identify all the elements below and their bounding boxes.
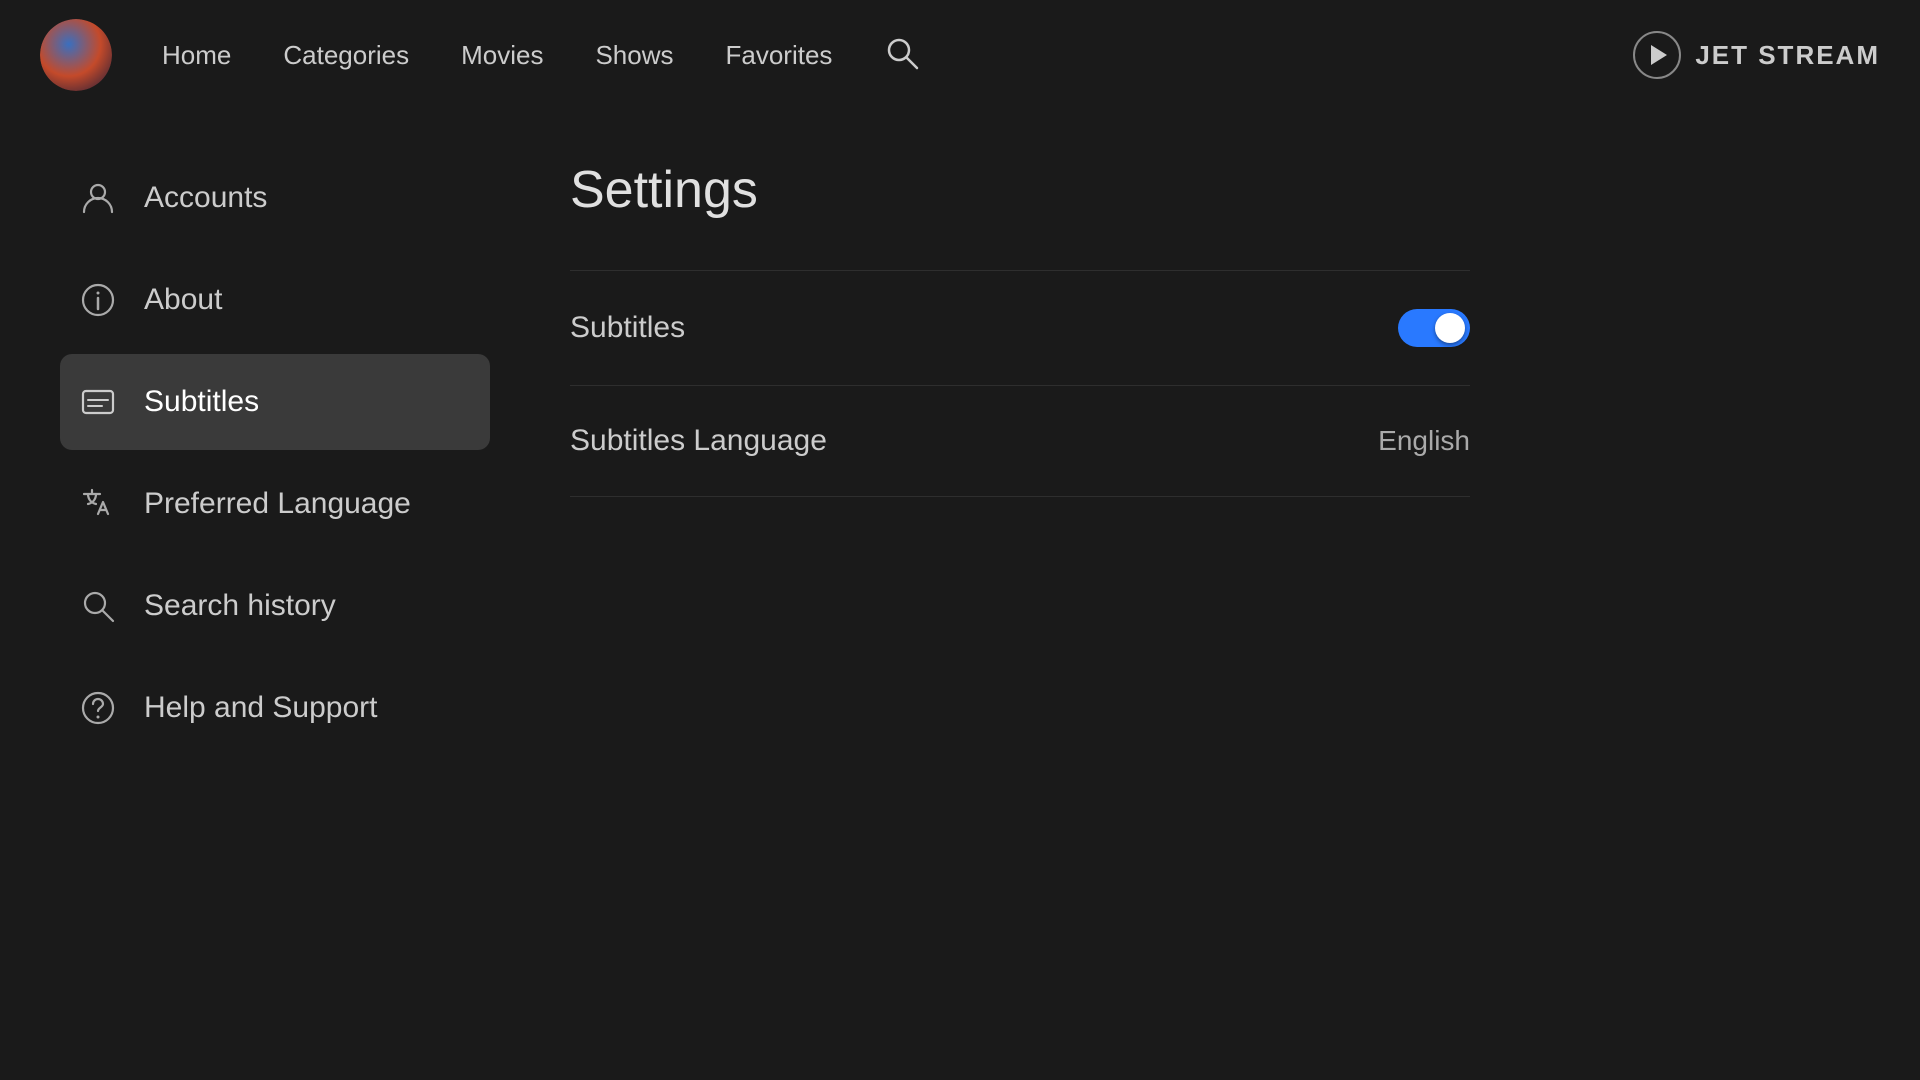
sidebar-item-subtitles[interactable]: Subtitles (60, 354, 490, 450)
play-triangle (1651, 45, 1667, 65)
help-icon (80, 690, 116, 726)
sidebar-label-subtitles: Subtitles (144, 385, 259, 419)
sidebar-label-accounts: Accounts (144, 181, 267, 215)
avatar-image (40, 19, 112, 91)
nav-links: Home Categories Movies Shows Favorites (162, 35, 1633, 76)
sidebar-label-help-support: Help and Support (144, 691, 378, 725)
sidebar-label-preferred-language: Preferred Language (144, 487, 411, 521)
toggle-thumb (1435, 313, 1465, 343)
sidebar-item-help-support[interactable]: Help and Support (60, 660, 490, 756)
brand-play-icon (1633, 31, 1681, 79)
sidebar-item-preferred-language[interactable]: Preferred Language (60, 456, 490, 552)
sidebar-label-about: About (144, 283, 222, 317)
main-content: Accounts About Subtitles (0, 110, 1920, 1080)
nav-home[interactable]: Home (162, 40, 231, 71)
settings-list: Subtitles Subtitles Language English (570, 270, 1470, 497)
sidebar-label-search-history: Search history (144, 589, 336, 623)
brand: JET STREAM (1633, 31, 1880, 79)
search-icon[interactable] (884, 35, 920, 76)
settings-row-subtitles-language[interactable]: Subtitles Language English (570, 386, 1470, 497)
translate-icon (80, 486, 116, 522)
nav-favorites[interactable]: Favorites (726, 40, 833, 71)
avatar[interactable] (40, 19, 112, 91)
page-title: Settings (570, 160, 1840, 220)
sidebar: Accounts About Subtitles (0, 110, 490, 1080)
nav-categories[interactable]: Categories (283, 40, 409, 71)
sidebar-item-accounts[interactable]: Accounts (60, 150, 490, 246)
settings-row-subtitles: Subtitles (570, 270, 1470, 386)
search-history-icon (80, 588, 116, 624)
brand-name: JET STREAM (1695, 40, 1880, 71)
nav-shows[interactable]: Shows (595, 40, 673, 71)
nav-movies[interactable]: Movies (461, 40, 543, 71)
info-icon (80, 282, 116, 318)
settings-content: Settings Subtitles Subtitles Language En… (490, 110, 1920, 1080)
subtitles-label: Subtitles (570, 311, 685, 345)
top-navigation: Home Categories Movies Shows Favorites J… (0, 0, 1920, 110)
subtitles-language-label: Subtitles Language (570, 424, 827, 458)
sidebar-item-search-history[interactable]: Search history (60, 558, 490, 654)
subtitles-language-value: English (1378, 425, 1470, 457)
subtitles-toggle[interactable] (1398, 309, 1470, 347)
subtitles-icon (80, 384, 116, 420)
sidebar-item-about[interactable]: About (60, 252, 490, 348)
person-icon (80, 180, 116, 216)
